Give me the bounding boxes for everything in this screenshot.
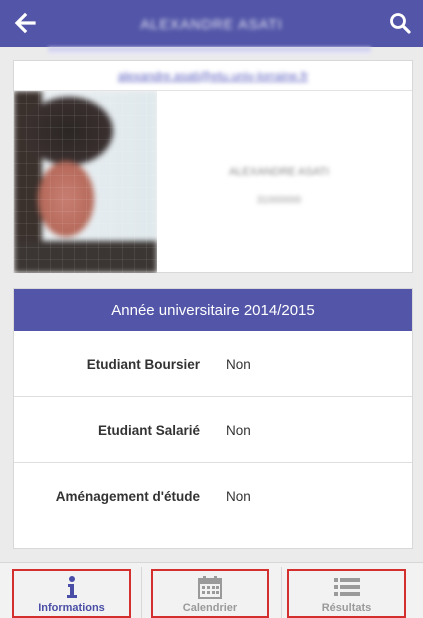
nav-label: Calendrier: [182, 602, 238, 614]
info-row-boursier: Etudiant Boursier Non: [14, 331, 412, 397]
search-icon: [390, 13, 411, 34]
info-row-amenagement: Aménagement d'étude Non: [14, 463, 412, 529]
info-row-label: Etudiant Boursier: [86, 356, 200, 372]
nav-calendrier[interactable]: Calendrier: [151, 569, 269, 618]
profile-name: ALEXANDRE ASATI: [228, 166, 330, 178]
header-sub-strip: [48, 47, 371, 55]
info-row-value: Non: [226, 422, 251, 438]
app-header: ALEXANDRE ASATI: [0, 0, 423, 47]
nav-divider: [141, 567, 142, 618]
academic-year-card: Année universitaire 2014/2015 Etudiant B…: [13, 288, 413, 549]
back-button[interactable]: [12, 10, 38, 36]
nav-divider: [281, 567, 282, 618]
search-button[interactable]: [387, 10, 413, 36]
nav-resultats[interactable]: Résultats: [287, 569, 406, 618]
info-row-value: Non: [226, 488, 251, 504]
info-row-value: Non: [226, 356, 251, 372]
nav-informations[interactable]: Informations: [12, 569, 131, 618]
profile-id: 31000000: [256, 195, 302, 206]
list-icon: [333, 578, 360, 596]
info-row-label: Etudiant Salarié: [97, 422, 200, 438]
calendar-icon: [198, 576, 222, 599]
profile-link-row: alexandre.asati@etu.univ-lorraine.fr: [14, 61, 412, 91]
page-title: ALEXANDRE ASATI: [140, 15, 283, 32]
profile-photo: [14, 91, 157, 273]
bottom-nav: Informations Calendrier Résultats: [0, 562, 423, 618]
nav-label: Résultats: [321, 602, 372, 614]
nav-label: Informations: [38, 602, 105, 614]
info-icon: [66, 576, 77, 598]
info-row-salarie: Etudiant Salarié Non: [14, 397, 412, 463]
academic-year-title: Année universitaire 2014/2015: [14, 289, 412, 331]
profile-email-link[interactable]: alexandre.asati@etu.univ-lorraine.fr: [118, 69, 308, 83]
arrow-left-icon: [14, 12, 36, 34]
profile-card: alexandre.asati@etu.univ-lorraine.fr ALE…: [13, 60, 413, 273]
info-row-label: Aménagement d'étude: [55, 488, 200, 504]
